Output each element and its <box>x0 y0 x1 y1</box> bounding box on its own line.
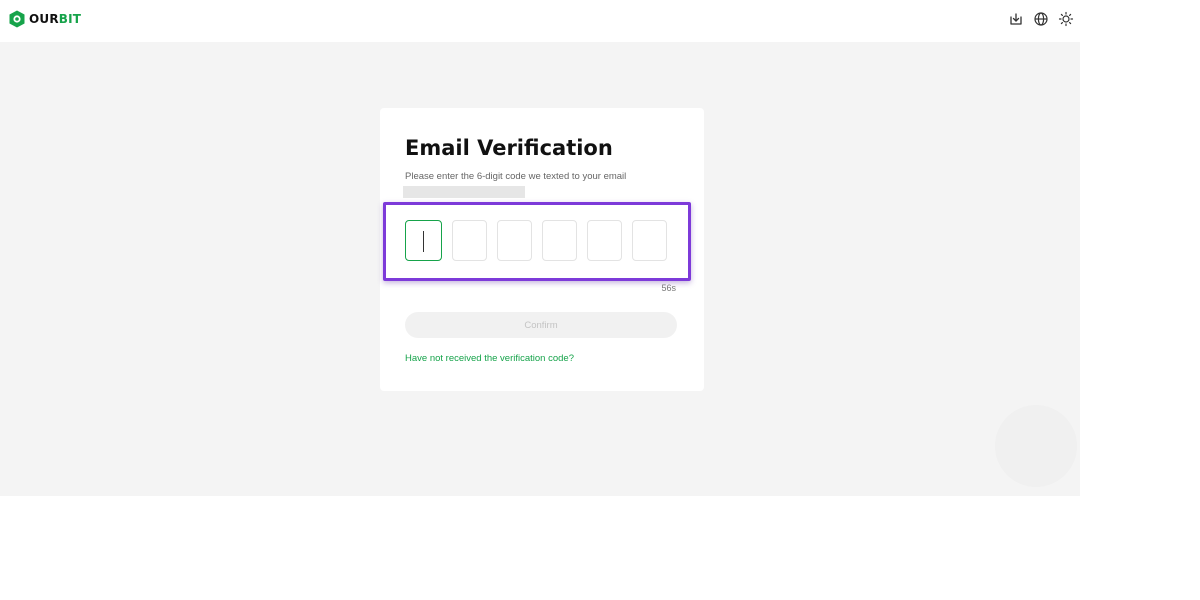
code-input-group <box>405 220 667 261</box>
resend-code-link[interactable]: Have not received the verification code? <box>405 353 574 364</box>
top-bar: OURBIT <box>0 0 1080 42</box>
code-digit-3[interactable] <box>497 220 532 261</box>
logo-text: OURBIT <box>29 12 81 26</box>
globe-icon[interactable] <box>1033 11 1049 27</box>
resend-countdown: 56s <box>661 283 676 293</box>
top-icons <box>1008 11 1074 27</box>
ourbit-logo[interactable]: OURBIT <box>9 10 81 28</box>
text-cursor <box>423 231 424 252</box>
download-icon[interactable] <box>1008 11 1024 27</box>
page-title: Email Verification <box>405 136 613 160</box>
logo-text-prefix: OUR <box>29 12 59 26</box>
masked-email <box>403 186 525 198</box>
sun-icon[interactable] <box>1058 11 1074 27</box>
code-digit-5[interactable] <box>587 220 622 261</box>
verification-card: Email Verification Please enter the 6-di… <box>380 108 704 391</box>
code-digit-6[interactable] <box>632 220 667 261</box>
confirm-button[interactable]: Confirm <box>405 312 677 338</box>
verification-instructions: Please enter the 6-digit code we texted … <box>405 171 627 182</box>
code-digit-2[interactable] <box>452 220 487 261</box>
floating-help-button[interactable] <box>995 405 1077 487</box>
code-digit-4[interactable] <box>542 220 577 261</box>
logo-text-accent: BIT <box>58 12 82 26</box>
code-digit-1[interactable] <box>405 220 442 261</box>
logo-icon <box>9 10 25 28</box>
